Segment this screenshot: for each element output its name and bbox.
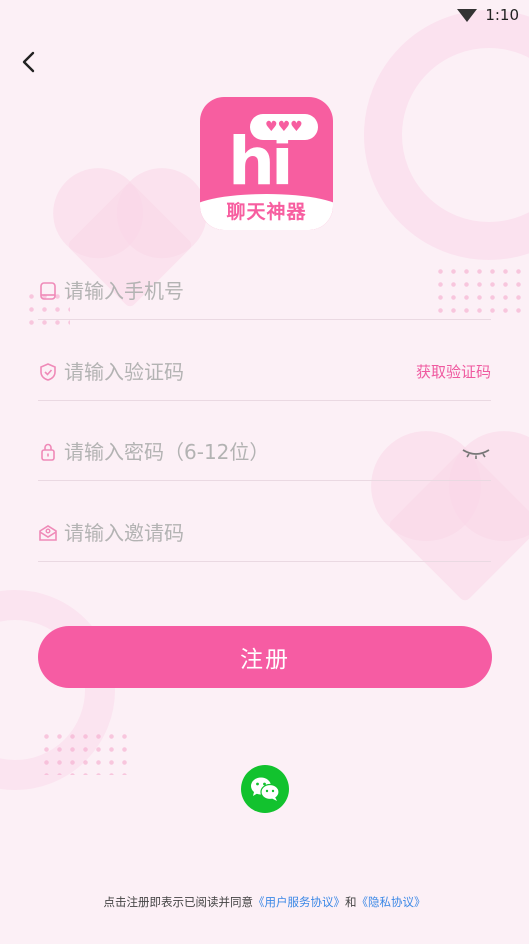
code-field-row: 获取验证码 — [38, 343, 491, 401]
invite-envelope-icon — [38, 523, 58, 543]
logo-speech-bubble: ♥♥♥ — [250, 114, 318, 140]
decor-ring — [364, 10, 529, 260]
verification-code-input[interactable] — [64, 359, 416, 384]
status-bar: 1:10 — [457, 0, 519, 30]
eye-closed-icon[interactable] — [461, 442, 491, 462]
invite-field-row — [38, 504, 491, 562]
register-button[interactable]: 注册 — [38, 626, 492, 688]
decor-dots — [40, 730, 130, 775]
logo-caption: 聊天神器 — [226, 201, 307, 223]
user-service-agreement-link[interactable]: 《用户服务协议》 — [253, 895, 345, 909]
password-field-row — [38, 423, 491, 481]
chevron-left-icon — [22, 51, 35, 73]
invite-code-input[interactable] — [64, 520, 491, 545]
password-input[interactable] — [64, 439, 461, 464]
shield-check-icon — [38, 362, 58, 382]
wechat-icon — [251, 777, 280, 801]
wifi-icon — [457, 8, 478, 22]
phone-field-row — [38, 262, 491, 320]
get-code-button[interactable]: 获取验证码 — [416, 361, 491, 382]
wechat-login-button[interactable] — [241, 765, 289, 813]
status-time: 1:10 — [485, 6, 519, 24]
app-logo: hi ♥♥♥ 聊天神器 — [200, 97, 333, 230]
agreement-prefix: 点击注册即表示已阅读并同意 — [103, 895, 254, 909]
decor-ring — [0, 590, 115, 790]
lock-icon — [38, 442, 58, 462]
phone-icon — [38, 281, 58, 301]
agreement-text: 点击注册即表示已阅读并同意《用户服务协议》和《隐私协议》 — [0, 894, 529, 910]
phone-input[interactable] — [64, 278, 491, 303]
agreement-and: 和 — [345, 895, 357, 909]
back-button[interactable] — [14, 48, 42, 76]
privacy-agreement-link[interactable]: 《隐私协议》 — [357, 895, 426, 909]
